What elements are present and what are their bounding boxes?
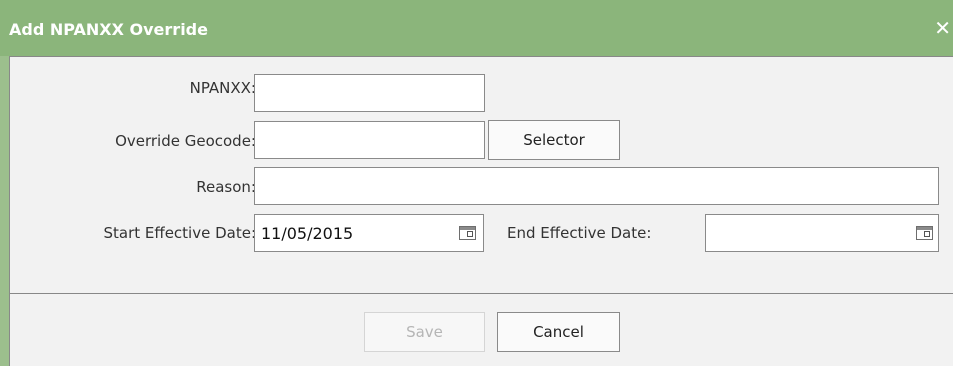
form-panel: NPANXX: Override Geocode: Selector Reaso… (9, 56, 953, 293)
calendar-icon[interactable] (916, 226, 933, 240)
end-effective-date-input[interactable] (705, 214, 939, 252)
dialog-title: Add NPANXX Override (9, 20, 208, 39)
add-npanxx-override-dialog: Add NPANXX Override ✕ NPANXX: Override G… (0, 0, 953, 366)
end-effective-date-label: End Effective Date: (507, 224, 652, 242)
dialog-titlebar[interactable]: Add NPANXX Override ✕ (0, 0, 953, 56)
npanxx-label: NPANXX: (189, 79, 256, 97)
calendar-icon[interactable] (459, 226, 476, 240)
selector-button[interactable]: Selector (488, 120, 620, 160)
npanxx-input[interactable] (254, 74, 485, 112)
reason-label: Reason: (196, 178, 256, 196)
cancel-button[interactable]: Cancel (497, 312, 620, 352)
override-geocode-label: Override Geocode: (115, 132, 256, 150)
close-icon[interactable]: ✕ (934, 16, 951, 40)
reason-input[interactable] (254, 167, 939, 205)
start-effective-date-label: Start Effective Date: (103, 224, 256, 242)
override-geocode-input[interactable] (254, 121, 485, 159)
save-button[interactable]: Save (364, 312, 485, 352)
dialog-button-pane: Save Cancel (9, 293, 953, 366)
start-effective-date-input[interactable] (254, 214, 484, 252)
